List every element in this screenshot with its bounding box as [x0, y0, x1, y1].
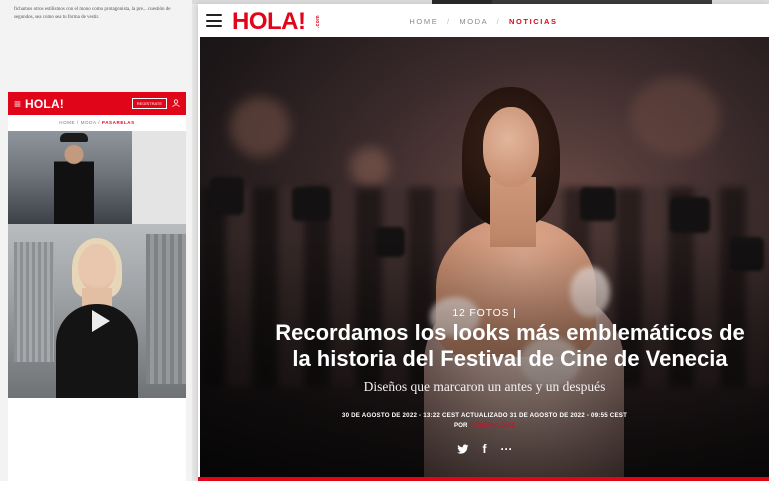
- article-page: HOLA! .com HOME / MODA / NOTICIAS 12 FOT…: [198, 4, 769, 481]
- byline: POR ROSANA DÍAZ: [200, 422, 769, 429]
- empty-area: [8, 398, 186, 481]
- breadcrumb-section[interactable]: MODA: [459, 17, 488, 26]
- more-icon[interactable]: ···: [501, 442, 513, 458]
- register-button[interactable]: REGÍSTRATE: [131, 98, 167, 109]
- bokeh-light: [350, 147, 390, 187]
- photo-person: [54, 139, 94, 225]
- bokeh-light: [230, 97, 290, 157]
- site-header: HOLA! .com HOME / MODA / NOTICIAS: [198, 4, 769, 37]
- mini-header: ≡ HOLA! REGÍSTRATE: [8, 92, 186, 115]
- publish-dates: 30 DE AGOSTO DE 2022 - 13:22 CEST ACTUAL…: [341, 412, 628, 419]
- video-thumbnail[interactable]: [8, 224, 186, 398]
- mini-page-card[interactable]: ≡ HOLA! REGÍSTRATE HOME / MODA / PASAREL…: [8, 92, 186, 225]
- camera-shape: [210, 177, 244, 215]
- mini-logo[interactable]: HOLA!: [25, 97, 64, 111]
- brand-bottom-bar: [198, 477, 769, 481]
- hero-image[interactable]: 12 FOTOS | Recordamos los looks más embl…: [200, 37, 769, 477]
- camera-shape: [670, 197, 710, 233]
- byline-prefix: POR: [454, 422, 468, 429]
- video-building: [14, 242, 54, 362]
- article-subtitle: Diseños que marcaron un antes y un despu…: [363, 379, 606, 394]
- mini-breadcrumb-home[interactable]: HOME: [59, 120, 75, 125]
- mini-breadcrumb-section[interactable]: MODA: [81, 120, 97, 125]
- play-icon[interactable]: [82, 304, 116, 338]
- breadcrumb-separator: /: [496, 17, 501, 26]
- photo-count[interactable]: 12 FOTOS |: [200, 307, 769, 319]
- title-line-2: la historia del Festival de Cine de Vene…: [292, 346, 728, 371]
- video-face: [78, 244, 116, 292]
- title-line-1: Recordamos los looks más emblemáticos de: [275, 320, 745, 345]
- menu-icon-bar: [206, 14, 222, 16]
- mini-breadcrumb: HOME / MODA / PASARELAS: [8, 115, 186, 128]
- twitter-icon[interactable]: [456, 442, 469, 458]
- runway-photo[interactable]: [8, 131, 132, 225]
- share-bar: f ···: [200, 442, 769, 458]
- breadcrumb-separator: /: [447, 17, 451, 26]
- breadcrumb: HOME / MODA / NOTICIAS: [198, 17, 769, 26]
- photo-placeholder: [132, 131, 186, 225]
- video-building: [146, 234, 186, 384]
- facebook-icon[interactable]: f: [483, 442, 487, 458]
- mini-breadcrumb-current: PASARELAS: [101, 120, 135, 125]
- camera-shape: [292, 187, 330, 221]
- breadcrumb-current: NOTICIAS: [508, 17, 558, 26]
- menu-icon[interactable]: ≡: [14, 98, 21, 110]
- photo-hat: [60, 133, 88, 142]
- background-page: fichamos otros estilismos con el mono co…: [0, 0, 192, 481]
- article-title: Recordamos los looks más emblemáticos de…: [200, 320, 769, 372]
- author-name[interactable]: ROSANA DÍAZ: [472, 422, 515, 429]
- user-icon[interactable]: [172, 98, 180, 109]
- bokeh-light: [630, 77, 720, 157]
- screen: fichamos otros estilismos con el mono co…: [0, 0, 769, 481]
- figure-face: [483, 107, 539, 187]
- intro-paragraph: fichamos otros estilismos con el mono co…: [14, 7, 171, 20]
- camera-shape: [580, 187, 616, 221]
- breadcrumb-home[interactable]: HOME: [409, 17, 438, 26]
